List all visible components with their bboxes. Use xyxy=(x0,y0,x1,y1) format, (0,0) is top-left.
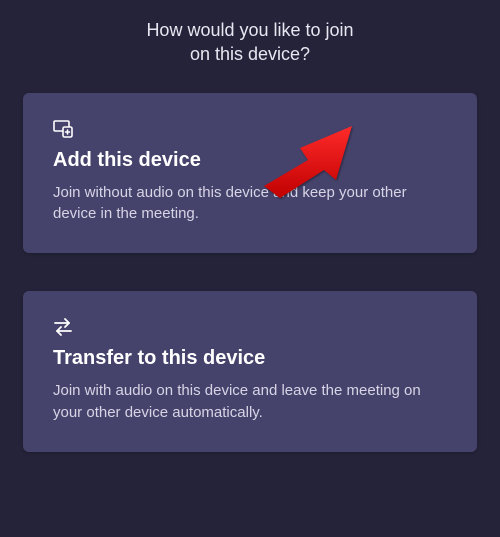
add-this-device-card[interactable]: Add this device Join without audio on th… xyxy=(23,93,477,254)
add-device-icon xyxy=(53,119,447,139)
transfer-device-desc: Join with audio on this device and leave… xyxy=(53,380,447,424)
page-title-line1: How would you like to join xyxy=(146,20,353,40)
join-device-prompt: How would you like to join on this devic… xyxy=(0,0,500,452)
transfer-icon xyxy=(53,317,447,337)
transfer-to-this-device-card[interactable]: Transfer to this device Join with audio … xyxy=(23,291,477,452)
page-title-line2: on this device? xyxy=(190,44,310,64)
add-device-title: Add this device xyxy=(53,149,447,172)
page-title: How would you like to join on this devic… xyxy=(23,18,477,67)
add-device-desc: Join without audio on this device and ke… xyxy=(53,182,447,226)
transfer-device-title: Transfer to this device xyxy=(53,347,447,370)
